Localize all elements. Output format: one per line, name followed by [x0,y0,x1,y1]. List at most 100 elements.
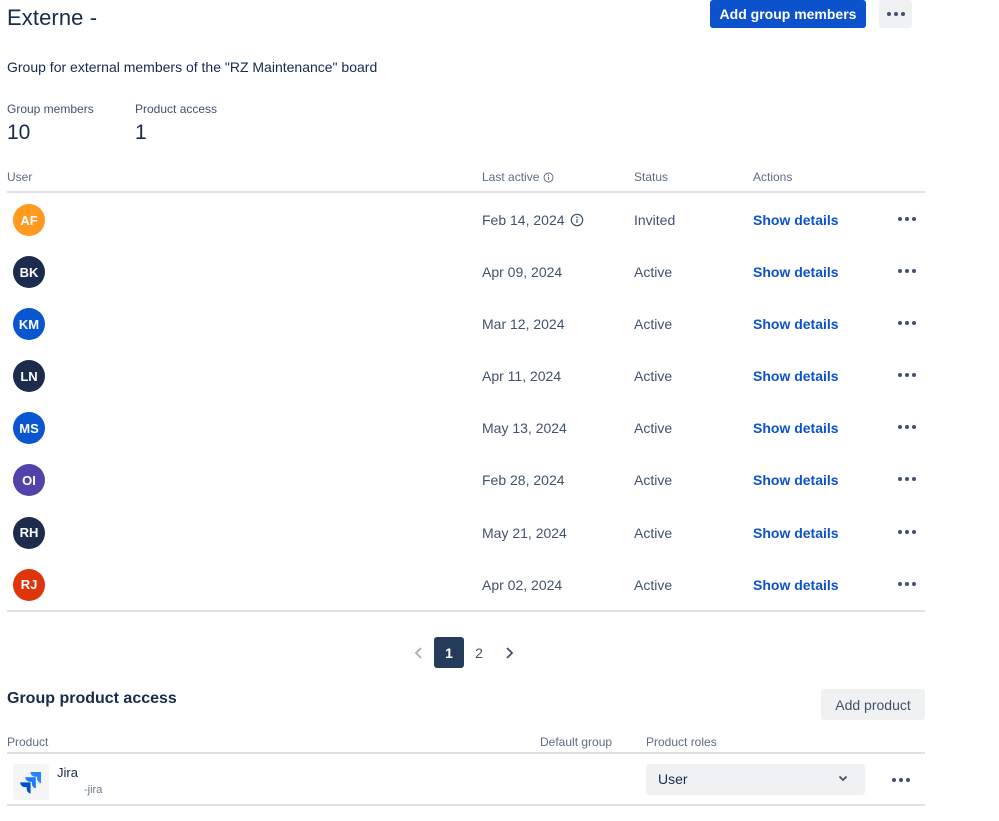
table-divider [7,610,925,612]
show-details-link[interactable]: Show details [753,472,839,488]
last-active-cell: Apr 09, 2024 [482,264,562,280]
show-details-link[interactable]: Show details [753,264,839,280]
row-more-button[interactable] [893,207,921,231]
row-more-button[interactable] [893,467,921,491]
status-cell: Active [634,524,673,541]
avatar[interactable]: KM [13,308,45,341]
last-active-value: Mar 12, 2024 [482,316,565,333]
status-cell: Active [634,576,673,593]
more-horizontal-icon [898,321,916,326]
show-details-link[interactable]: Show details [753,525,839,541]
pagination-next-button[interactable] [494,637,524,668]
table-row: AF Feb 14, 2024 Invited Show details [7,193,925,245]
more-horizontal-icon [898,477,916,482]
product-role-value: User [658,771,688,787]
product-name: Jira [57,765,78,780]
status-cell: Active [634,420,673,437]
last-active-cell: Feb 28, 2024 [482,472,565,488]
last-active-cell: Mar 12, 2024 [482,316,565,332]
product-site: -jira [84,784,103,796]
column-header-last-active[interactable]: Last active [482,170,554,184]
column-header-product-roles: Product roles [646,735,717,749]
show-details-link[interactable]: Show details [753,316,839,332]
avatar[interactable]: OI [13,464,45,497]
group-members-stat: Group members 10 [7,102,94,145]
more-actions-button[interactable] [879,0,912,28]
row-more-button[interactable] [893,311,921,335]
info-icon[interactable] [543,172,554,183]
last-active-value: May 21, 2024 [482,524,567,541]
chevron-down-icon [838,775,848,782]
row-more-button[interactable] [893,572,921,596]
last-active-cell: May 21, 2024 [482,525,567,541]
pagination-page-2[interactable]: 2 [464,637,494,668]
row-more-button[interactable] [893,520,921,544]
last-active-cell: Apr 11, 2024 [482,368,561,384]
column-header-default-group: Default group [540,735,613,749]
more-horizontal-icon [898,581,916,586]
chevron-right-icon [506,646,514,659]
status-cell: Invited [634,212,676,228]
product-table-header: Product Default group Product roles [7,733,925,754]
status-cell: Active [634,316,673,333]
table-row: RJ Apr 02, 2024 Active Show details [7,558,925,610]
show-details-link[interactable]: Show details [753,212,839,228]
pagination-page-1[interactable]: 1 [434,637,464,668]
last-active-value: Apr 02, 2024 [482,576,563,593]
pagination: 1 2 [404,637,524,668]
avatar[interactable]: LN [13,360,45,393]
table-row: RH May 21, 2024 Active Show details [7,506,925,558]
row-more-button[interactable] [893,415,921,439]
more-horizontal-icon [886,12,905,16]
more-horizontal-icon [898,529,916,534]
product-row: Jira -jira User [7,754,925,806]
table-row: OI Feb 28, 2024 Active Show details [7,453,925,505]
table-row: LN Apr 11, 2024 Active Show details [7,349,925,401]
last-active-value: Apr 09, 2024 [482,264,563,281]
group-product-access-title: Group product access [7,690,177,707]
members-table-body: AF Feb 14, 2024 Invited Show details BK Apr 0… [7,193,925,610]
avatar[interactable]: RJ [13,568,45,601]
status-cell: Active [634,368,673,385]
product-role-select[interactable]: User [646,764,865,795]
table-row: KM Mar 12, 2024 Active Show details [7,297,925,349]
column-header-user[interactable]: User [7,170,32,184]
info-icon[interactable] [570,213,584,227]
last-active-cell: Apr 02, 2024 [482,577,562,593]
page-title: Externe - [7,5,98,30]
column-header-status[interactable]: Status [634,170,668,184]
more-horizontal-icon [898,269,916,274]
add-group-members-button[interactable]: Add group members [710,0,866,28]
status-cell: Active [634,264,673,281]
table-row: MS May 13, 2024 Active Show details [7,401,925,453]
row-more-button[interactable] [893,259,921,283]
product-row-more-button[interactable] [887,768,915,792]
jira-logo-icon [13,764,49,800]
more-horizontal-icon [898,425,916,430]
column-header-actions: Actions [753,170,793,184]
last-active-value: Apr 11, 2024 [482,368,562,385]
show-details-link[interactable]: Show details [753,368,839,384]
avatar[interactable]: AF [13,204,45,236]
avatar[interactable]: BK [13,256,45,289]
pagination-prev-button[interactable] [404,637,434,668]
product-access-count: 1 [135,121,147,144]
column-header-last-active-label: Last active [482,170,540,184]
avatar[interactable]: RH [13,516,45,549]
avatar[interactable]: MS [13,412,45,445]
column-header-product: Product [7,735,49,749]
last-active-value: Feb 14, 2024 [482,212,565,228]
last-active-value: Feb 28, 2024 [482,472,565,489]
last-active-cell: Feb 14, 2024 [482,212,584,228]
last-active-value: May 13, 2024 [482,420,567,437]
more-horizontal-icon [898,217,916,221]
product-access-stat: Product access 1 [135,102,217,145]
show-details-link[interactable]: Show details [753,577,839,593]
add-product-button[interactable]: Add product [821,689,925,720]
show-details-link[interactable]: Show details [753,420,839,436]
row-more-button[interactable] [893,363,921,387]
group-description: Group for external members of the "RZ Ma… [7,59,378,75]
group-members-count: 10 [7,121,31,144]
product-access-label: Product access [135,102,218,116]
page-header: Externe - Add group members [7,0,912,38]
